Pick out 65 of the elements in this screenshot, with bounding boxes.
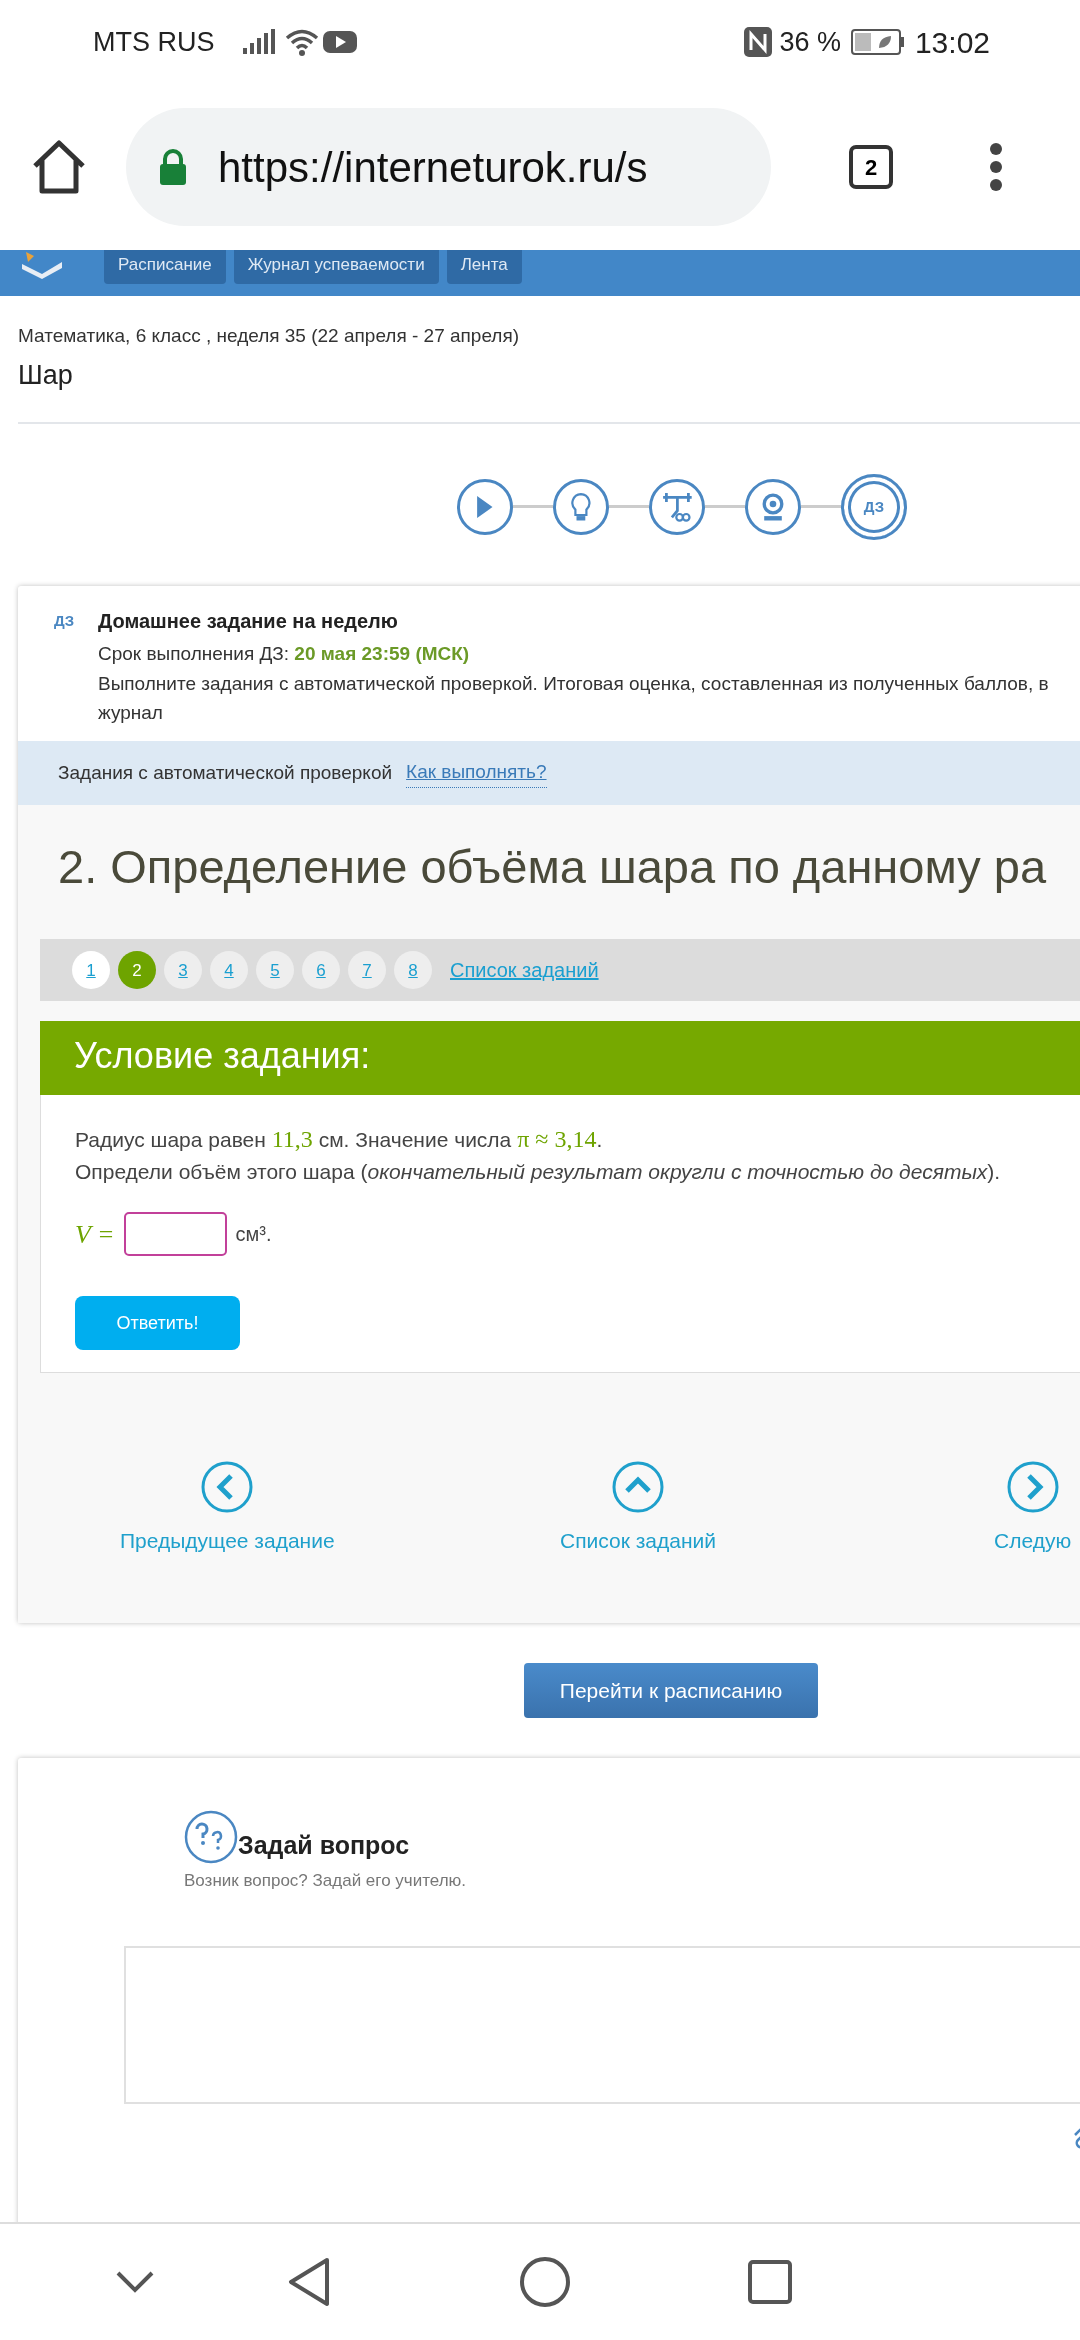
task-nav-link[interactable]: Следую xyxy=(994,1461,1072,1557)
battery-icon xyxy=(850,28,905,56)
question-icon xyxy=(184,1810,238,1865)
schedule-button[interactable]: Перейти к расписанию xyxy=(524,1663,818,1719)
task-page-button[interactable]: 3 xyxy=(164,951,202,990)
homework-title: Домашнее задание на неделю xyxy=(98,608,399,634)
book-icon xyxy=(20,250,64,280)
unit-text: см³. xyxy=(235,1222,272,1248)
play-icon xyxy=(476,494,494,519)
auto-check-label: Задания с автоматической проверкой xyxy=(58,760,393,785)
webcam-icon xyxy=(762,493,784,521)
task-page-button[interactable]: 4 xyxy=(210,951,248,990)
submit-button[interactable]: Ответить! xyxy=(75,1296,240,1351)
tab-count-button[interactable]: 2 xyxy=(849,145,893,189)
lesson-step-button[interactable] xyxy=(649,478,705,535)
chevron-left-icon xyxy=(201,1461,254,1514)
question-title: Задай вопрос xyxy=(238,1829,410,1861)
nav-button[interactable]: Расписание xyxy=(104,250,226,284)
home-circle-icon[interactable] xyxy=(519,2256,571,2308)
signal-icon xyxy=(240,28,277,56)
task-heading: 2. Определение объёма шара по данному ра xyxy=(58,838,1048,895)
lesson-step-button[interactable] xyxy=(745,478,801,535)
task-page-button[interactable]: 6 xyxy=(302,951,340,990)
nfc-icon xyxy=(743,26,774,58)
task-page-button[interactable]: 5 xyxy=(256,951,294,990)
problem-statement: Радиус шара равен 11,3 см. Значение числа π ≈ 3,14. xyxy=(75,1125,604,1155)
task-page-button[interactable]: 1 xyxy=(72,951,110,990)
homework-badge-text: ДЗ xyxy=(54,610,76,631)
wifi-icon xyxy=(284,28,319,56)
nav-button[interactable]: Лента xyxy=(446,250,522,284)
recent-apps-icon[interactable] xyxy=(747,2259,793,2305)
deadline-text: Срок выполнения ДЗ: 20 мая 23:59 (МСК) xyxy=(98,641,471,666)
task-page-button[interactable]: 8 xyxy=(394,951,432,990)
task-nav-link[interactable]: Список заданий xyxy=(560,1461,716,1557)
homework-description: Выполните задания с автоматической проверкой. Итоговая оценка, составленная из полученных баллов, в журнал xyxy=(98,672,1050,725)
nav-button[interactable]: Журнал успеваемости xyxy=(233,250,439,284)
task-page-button[interactable]: 7 xyxy=(348,951,386,990)
breadcrumb-text: Математика, 6 класс , неделя 35 (22 апреля - 27 апреля) xyxy=(17,324,521,348)
problem-instruction: Определи объём этого шара (окончательный результат округли с точностью до десятых). xyxy=(75,1158,1002,1185)
task-nav-link[interactable]: Предыдущее задание xyxy=(120,1461,335,1557)
menu-icon[interactable] xyxy=(989,142,1003,192)
help-link[interactable]: Как выполнять? xyxy=(406,758,547,788)
task-list-link[interactable]: Список заданий xyxy=(450,955,599,986)
answer-field[interactable] xyxy=(124,1212,228,1257)
battery-percent-text: 36 % xyxy=(779,25,841,59)
condition-title: Условие задания: xyxy=(40,1021,1080,1096)
lesson-step-button[interactable]: ДЗ xyxy=(841,473,907,540)
dumbbell-icon xyxy=(661,492,693,522)
clock-text: 13:02 xyxy=(914,24,990,61)
light-bulb-icon xyxy=(571,492,591,522)
address-bar[interactable]: https://interneturok.ru/s xyxy=(126,108,771,226)
lock-icon xyxy=(158,148,188,186)
lesson-step-button[interactable] xyxy=(553,478,609,535)
lesson-step-button[interactable] xyxy=(457,478,513,535)
video-play-icon xyxy=(322,30,357,54)
lesson-title: Шар xyxy=(17,358,74,391)
task-page-button[interactable]: 2 xyxy=(118,951,156,990)
back-triangle-icon[interactable] xyxy=(287,2257,331,2307)
question-subtitle: Возник вопрос? Задай его учителю. xyxy=(184,1870,468,1893)
chevron-up-icon xyxy=(612,1461,664,1514)
carrier-text: MTS RUS xyxy=(93,25,215,59)
down-chevron-icon[interactable] xyxy=(115,2270,155,2294)
question-field[interactable] xyxy=(124,1945,1080,2104)
chevron-right-icon xyxy=(1006,1461,1059,1514)
formula-text: V = xyxy=(75,1218,115,1251)
